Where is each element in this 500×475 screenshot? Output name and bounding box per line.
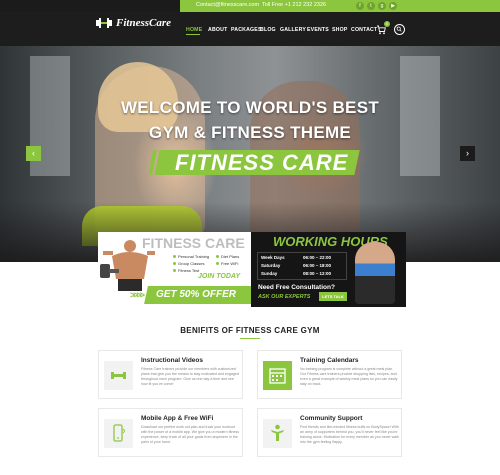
active-nav-indicator <box>186 34 200 36</box>
dumbbell-logo-icon <box>96 18 112 28</box>
nav-packages[interactable]: PACKAGES <box>231 27 262 33</box>
phone-text: Toll Free +1 212 232 2326 <box>262 2 327 8</box>
youtube-icon[interactable]: ▶ <box>389 2 397 10</box>
slider-prev-button[interactable]: ‹ <box>26 146 41 161</box>
banner-text: FITNESS CARE <box>175 150 349 175</box>
benefit-card: Instructional Videos Fitness Care traine… <box>98 350 243 399</box>
feature-bullet: Diet Plans <box>216 254 239 259</box>
feature-bullet: Free WiFi <box>216 261 238 266</box>
email-link[interactable]: Contact@fitnesscare.com <box>196 2 259 8</box>
hero-headline-line1: WELCOME TO WORLD'S BEST <box>120 98 380 117</box>
hours-day: Week Days <box>261 255 285 260</box>
nav-about[interactable]: ABOUT <box>208 27 227 33</box>
cart-count-badge: 0 <box>384 21 390 27</box>
benefit-card: Mobile App & Free WiFi Download our perf… <box>98 408 243 457</box>
benefit-description: No training program is complete without … <box>300 367 398 386</box>
feature-bullet: Fitness Test <box>173 268 199 273</box>
join-today-link[interactable]: JOIN TODAY <box>198 273 240 280</box>
hero-headline-line2: GYM & FITNESS THEME <box>148 123 352 142</box>
nav-events[interactable]: EVENTS <box>307 27 329 33</box>
logo-text: FitnessCare <box>116 17 172 29</box>
benefit-name: Community Support <box>300 415 363 422</box>
google-plus-icon[interactable]: g <box>378 2 386 10</box>
hours-day: Saturday <box>261 263 281 268</box>
hours-time: 08:00 – 12:00 <box>303 271 332 276</box>
nav-shop[interactable]: SHOP <box>332 27 348 33</box>
hours-time: 06:00 – 22:00 <box>303 255 332 260</box>
promo-working-hours: WORKING HOURS Week Days 06:00 – 22:00 Sa… <box>251 232 406 307</box>
benefit-card: Community Support Find friends and like-… <box>257 408 402 457</box>
feature-bullet: Personal Training <box>173 254 209 259</box>
twitter-icon[interactable]: t <box>367 2 375 10</box>
dumbbell-icon <box>104 361 133 390</box>
benefit-card: Training Calendars No training program i… <box>257 350 402 399</box>
nav-contact[interactable]: CONTACT <box>351 27 377 33</box>
hero-woman-hair <box>98 62 178 132</box>
hero-brand-banner: FITNESS CARE <box>149 147 360 177</box>
chevrons-icon: >>>> <box>130 290 145 300</box>
calendar-icon <box>263 361 292 390</box>
benefits-title: BENIFITS OF FITNESS CARE GYM <box>180 326 320 335</box>
facebook-icon[interactable]: f <box>356 2 364 10</box>
benefit-description: Download our perfect work out plan and t… <box>141 425 240 444</box>
search-icon <box>396 26 402 32</box>
benefit-description: Find friends and like-minded fitness buf… <box>300 425 399 444</box>
consultation-text: Need Free Consultation? <box>258 284 335 291</box>
nav-blog[interactable]: BLOG <box>260 27 276 33</box>
promo-fitness-care[interactable]: FITNESS CARE Personal Training Diet Plan… <box>98 232 251 307</box>
top-bar: Contact@fitnesscare.com Toll Free +1 212… <box>0 0 500 12</box>
nav-gallery[interactable]: GALLERY <box>280 27 306 33</box>
community-icon <box>263 419 292 448</box>
site-logo[interactable]: FitnessCare <box>96 16 172 30</box>
title-underline <box>240 338 260 339</box>
ask-experts-text: ASK OUR EXPERTS <box>258 294 311 300</box>
benefit-name: Mobile App & Free WiFi <box>141 415 214 422</box>
hours-time: 06:00 – 18:00 <box>303 263 332 268</box>
hours-day: Sunday <box>261 271 278 276</box>
offer-text[interactable]: GET 50% OFFER <box>156 289 236 300</box>
mobile-app-icon <box>104 419 133 448</box>
benefit-name: Training Calendars <box>300 357 359 364</box>
benefit-name: Instructional Videos <box>141 357 204 364</box>
trainer-image <box>355 242 395 304</box>
feature-bullet: Group Classes <box>173 261 204 266</box>
search-button[interactable] <box>394 24 405 35</box>
banner-stripes-icon <box>149 150 164 175</box>
benefit-description: Fitness Care trainers provide our member… <box>141 367 239 386</box>
slider-next-button[interactable]: › <box>460 146 475 161</box>
lets-talk-button[interactable]: LETS TALK <box>319 292 347 301</box>
promo-title: FITNESS CARE <box>142 235 245 251</box>
nav-home[interactable]: HOME <box>186 27 202 33</box>
